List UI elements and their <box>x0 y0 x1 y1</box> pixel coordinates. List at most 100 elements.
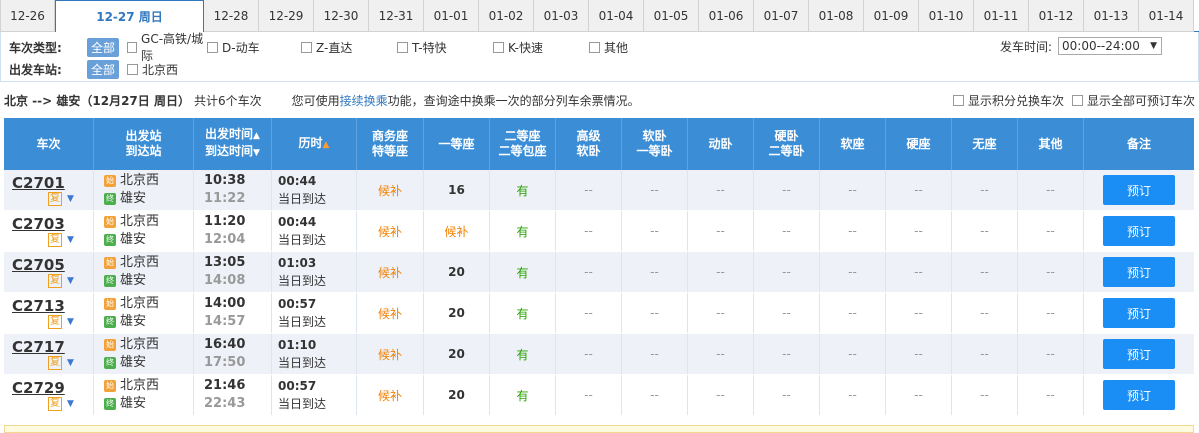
second-class-cell[interactable]: 有 <box>490 211 556 251</box>
duration: 01:03 <box>278 256 317 270</box>
transfer-link[interactable]: 接续换乘 <box>340 94 388 108</box>
first-class-cell[interactable]: 候补 <box>424 211 490 251</box>
date-tab[interactable]: 01-11 <box>974 0 1029 32</box>
book-button[interactable]: 预订 <box>1103 339 1175 369</box>
remark-cell: 预订 <box>1084 334 1194 374</box>
sort-asc-icon[interactable]: ▲ <box>253 131 260 141</box>
depart-time-select[interactable]: 00:00--24:00 ▼ <box>1058 37 1162 55</box>
duration: 00:44 <box>278 174 317 188</box>
date-tab[interactable]: 12-26 <box>0 0 55 32</box>
train-number-link[interactable]: C2717 <box>12 338 65 356</box>
date-tab[interactable]: 01-02 <box>479 0 534 32</box>
seat-cell: -- <box>820 375 886 415</box>
sort-desc-icon[interactable]: ▼ <box>253 148 260 158</box>
chevron-down-icon[interactable]: ▼ <box>67 399 74 409</box>
business-seat-cell[interactable]: 候补 <box>357 170 424 210</box>
seat-cell: -- <box>820 293 886 333</box>
business-seat-cell[interactable]: 候补 <box>357 334 424 374</box>
business-seat-cell[interactable]: 候补 <box>357 375 424 415</box>
business-seat-cell[interactable]: 候补 <box>357 293 424 333</box>
date-tab[interactable]: 01-06 <box>699 0 754 32</box>
date-tab[interactable]: 01-14 <box>1139 0 1194 32</box>
to-station: 雄安 <box>120 396 147 411</box>
date-tab[interactable]: 01-07 <box>754 0 809 32</box>
book-button[interactable]: 预订 <box>1103 175 1175 205</box>
train-type-filter: 车次类型: 全部 GC-高铁/城际 D-动车 Z-直达 T-特快 K-快速 其他 <box>9 32 628 63</box>
checkbox[interactable] <box>952 95 964 106</box>
date-tab[interactable]: 12-31 <box>369 0 424 32</box>
date-tab[interactable]: 01-12 <box>1029 0 1084 32</box>
chevron-down-icon[interactable]: ▼ <box>67 276 74 286</box>
date-tab[interactable]: 01-10 <box>919 0 974 32</box>
date-tab[interactable]: 01-13 <box>1084 0 1139 32</box>
filter-k[interactable]: K-快速 <box>493 39 589 56</box>
seat-cell: -- <box>952 293 1018 333</box>
filter-z[interactable]: Z-直达 <box>301 39 397 56</box>
end-station-icon: 终 <box>104 275 116 287</box>
second-class-cell[interactable]: 有 <box>490 252 556 292</box>
filter-t[interactable]: T-特快 <box>397 39 493 56</box>
first-class-cell[interactable]: 20 <box>424 375 490 415</box>
chevron-down-icon[interactable]: ▼ <box>67 358 74 368</box>
date-tab[interactable]: 01-09 <box>864 0 919 32</box>
date-tab[interactable]: 12-28 <box>204 0 259 32</box>
chevron-down-icon[interactable]: ▼ <box>67 194 74 204</box>
checkbox[interactable] <box>397 41 409 53</box>
seat-cell: -- <box>952 211 1018 251</box>
show-bookable-trains-option[interactable]: 显示全部可预订车次 <box>1071 92 1195 109</box>
date-tab[interactable]: 01-08 <box>809 0 864 32</box>
first-class-cell[interactable]: 20 <box>424 252 490 292</box>
table-row: C2729 复 ▼ 始北京西 终雄安 21:46 22:43 00:57 当日到达… <box>4 375 1194 416</box>
checkbox[interactable] <box>1071 95 1083 106</box>
second-class-cell[interactable]: 有 <box>490 293 556 333</box>
first-class-cell[interactable]: 20 <box>424 334 490 374</box>
date-tab[interactable]: 01-04 <box>589 0 644 32</box>
first-class-cell[interactable]: 20 <box>424 293 490 333</box>
header-train: 车次 <box>4 118 94 170</box>
seat-cell: -- <box>1018 252 1084 292</box>
second-class-cell[interactable]: 有 <box>490 334 556 374</box>
date-tab[interactable]: 12-27 周日 <box>55 0 204 33</box>
train-number-link[interactable]: C2703 <box>12 215 65 233</box>
date-tab[interactable]: 01-03 <box>534 0 589 32</box>
header-time[interactable]: 出发时间▲ 到达时间▼ <box>194 118 272 170</box>
station-all-button[interactable]: 全部 <box>87 59 120 79</box>
date-tab[interactable]: 01-05 <box>644 0 699 32</box>
train-number-link[interactable]: C2705 <box>12 256 65 274</box>
seat-cell: -- <box>556 170 622 210</box>
remark-cell: 预订 <box>1084 252 1194 292</box>
first-class-cell[interactable]: 16 <box>424 170 490 210</box>
book-button[interactable]: 预订 <box>1103 216 1175 246</box>
filter-d[interactable]: D-动车 <box>207 39 301 56</box>
business-seat-cell[interactable]: 候补 <box>357 211 424 251</box>
date-tab[interactable]: 12-29 <box>259 0 314 32</box>
checkbox[interactable] <box>127 41 138 53</box>
train-number-link[interactable]: C2701 <box>12 174 65 192</box>
train-number-link[interactable]: C2729 <box>12 379 65 397</box>
to-station: 雄安 <box>120 191 147 206</box>
show-points-trains-option[interactable]: 显示积分兑换车次 <box>952 92 1064 109</box>
chevron-down-icon[interactable]: ▼ <box>67 317 74 327</box>
checkbox[interactable] <box>207 41 219 53</box>
chevron-down-icon[interactable]: ▼ <box>67 235 74 245</box>
date-tab[interactable]: 01-01 <box>424 0 479 32</box>
filter-other[interactable]: 其他 <box>589 39 628 56</box>
checkbox[interactable] <box>589 41 601 53</box>
book-button[interactable]: 预订 <box>1103 380 1175 410</box>
from-station: 北京西 <box>120 255 160 270</box>
date-tab[interactable]: 12-30 <box>314 0 369 32</box>
second-class-cell[interactable]: 有 <box>490 375 556 415</box>
header-duration[interactable]: 历时▲ <box>272 118 357 170</box>
checkbox[interactable] <box>301 41 313 53</box>
train-number-link[interactable]: C2713 <box>12 297 65 315</box>
train-type-all-button[interactable]: 全部 <box>87 37 120 57</box>
business-seat-cell[interactable]: 候补 <box>357 252 424 292</box>
checkbox[interactable] <box>493 41 505 53</box>
seat-cell: -- <box>688 170 754 210</box>
filter-station-beijingxi[interactable]: 北京西 <box>127 61 178 78</box>
checkbox[interactable] <box>127 63 139 75</box>
book-button[interactable]: 预订 <box>1103 298 1175 328</box>
book-button[interactable]: 预订 <box>1103 257 1175 287</box>
sort-asc-icon[interactable]: ▲ <box>323 140 330 150</box>
second-class-cell[interactable]: 有 <box>490 170 556 210</box>
